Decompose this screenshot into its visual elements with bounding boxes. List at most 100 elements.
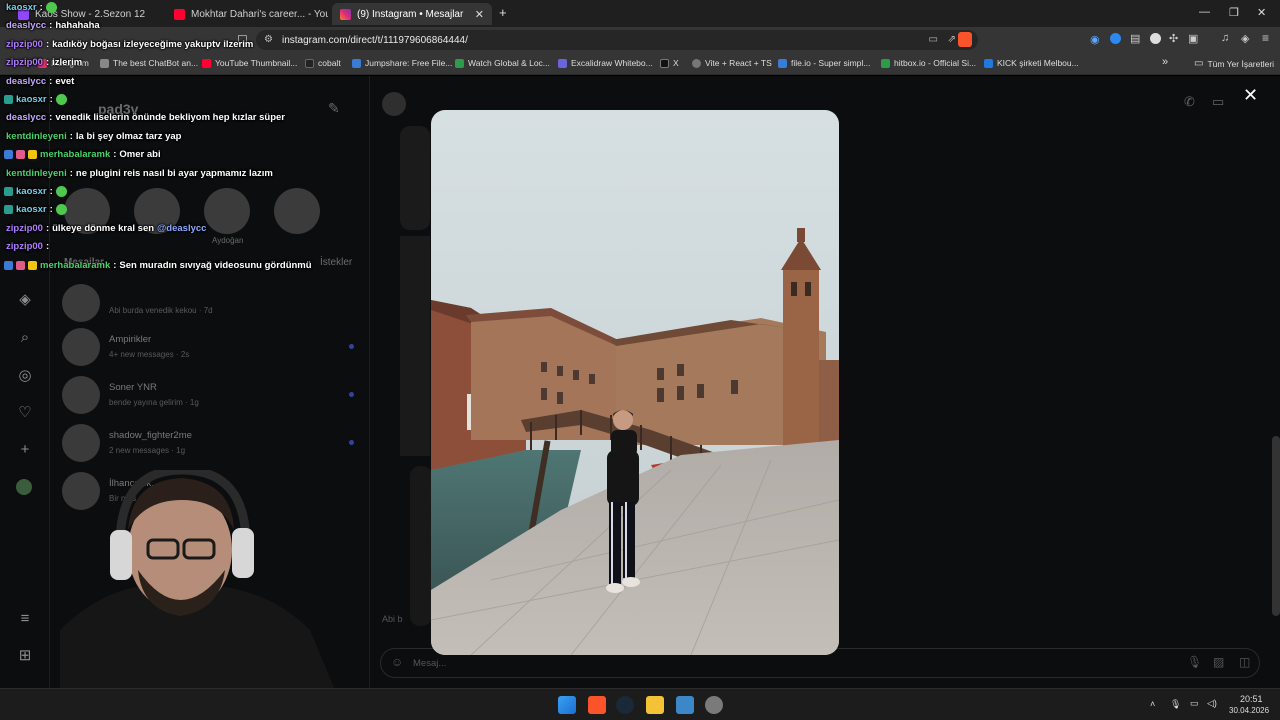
more-menu-icon[interactable]: ≡ (16, 610, 34, 628)
emoji-icon[interactable]: ☺ (391, 655, 403, 669)
new-tab-button[interactable]: + (499, 5, 507, 20)
minimize-icon[interactable]: — (1199, 6, 1210, 18)
explore-icon[interactable]: ◎ (16, 367, 34, 385)
music-icon[interactable]: ♫ (1221, 32, 1229, 44)
puzzle-icon[interactable]: ✣ (1169, 32, 1178, 45)
extension-icon[interactable] (1110, 33, 1121, 44)
chat-username[interactable]: kaosxr (16, 204, 47, 215)
close-window-icon[interactable]: ✕ (1257, 6, 1266, 19)
chat-message: zipzip00: ülkeye dönme kral sen @deaslycc (6, 223, 206, 234)
chat-badge-icon (28, 150, 37, 160)
extension-icon[interactable] (1150, 33, 1161, 44)
tray-overflow-icon[interactable]: ˄ (1150, 699, 1155, 709)
chat-mention[interactable]: @deaslycc (157, 223, 206, 234)
chat-username[interactable]: merhabalaramk (40, 149, 110, 160)
sidebar-icon[interactable]: ▣ (1188, 32, 1198, 45)
chat-message: merhabalaramk: Sen muradın sıvıyağ videos… (4, 260, 312, 271)
bookmark-item[interactable]: hitbox.io - Official Si... (881, 58, 976, 68)
chat-badge-icon (4, 205, 13, 215)
image-icon[interactable]: ▨ (1213, 655, 1224, 669)
browser-tab-active[interactable]: (9) Instagram • Mesajlar ✕ (332, 3, 492, 25)
clock-time[interactable]: 20:51 (1240, 694, 1263, 704)
speaker-icon[interactable]: ◉ (1090, 33, 1100, 46)
microphone-icon[interactable]: 🎙 (1187, 655, 1202, 669)
shared-media-thumb[interactable] (400, 126, 430, 230)
chat-username[interactable]: deaslycc (6, 20, 46, 31)
phone-icon[interactable]: ✆ (1184, 94, 1195, 110)
chat-emote-icon (55, 204, 67, 216)
extension-icon[interactable]: ▤ (1130, 32, 1140, 45)
bookmark-item[interactable]: file.io - Super simpl... (778, 58, 870, 68)
url-field[interactable]: ⚙ instagram.com/direct/t/111979606864444… (256, 30, 978, 50)
chat-text: ne plugini reis nasıl bi ayar yapmamız l… (75, 167, 273, 179)
chat-username[interactable]: kentdinleyeni (6, 168, 67, 179)
app-icon[interactable] (705, 696, 723, 714)
hitbox-icon (881, 58, 890, 68)
chat-badge-icon (16, 260, 25, 270)
menu-icon[interactable]: ≡ (1262, 31, 1269, 45)
chat-badge-icon (28, 260, 37, 270)
notification-icon[interactable]: ◈ (16, 291, 34, 309)
app-icon[interactable] (676, 696, 694, 714)
chat-username[interactable]: kaosxr (6, 2, 37, 13)
bookmark-item[interactable]: Vite + React + TS (692, 58, 772, 68)
profile-avatar[interactable] (16, 479, 32, 495)
close-tab-icon[interactable]: ✕ (475, 8, 484, 21)
chat-username[interactable]: deaslycc (6, 112, 46, 123)
chat-username[interactable]: kaosxr (16, 94, 47, 105)
bookmark-item[interactable]: Watch Global & Loc... (455, 58, 550, 68)
conversation-name: Soner YNR (109, 382, 157, 393)
share-icon[interactable]: ⇗ (948, 34, 956, 45)
restore-icon[interactable]: ❐ (1229, 6, 1239, 19)
network-icon[interactable]: ▭ (1190, 698, 1199, 709)
conversation-item[interactable]: Abi burda venedik kekou · 7d (62, 284, 362, 324)
bookmark-item[interactable]: KICK şirketi Melbou... (984, 58, 1079, 68)
chat-username[interactable]: zipzip00 (6, 57, 43, 68)
chat-username[interactable]: deaslycc (6, 76, 46, 87)
chat-username[interactable]: zipzip00 (6, 223, 43, 234)
composer-placeholder: Mesaj... (413, 658, 447, 669)
apps-icon[interactable]: ⊞ (16, 647, 34, 665)
conversation-item[interactable]: Ampirikler 4+ new messages · 2s (62, 328, 362, 368)
brave-browser-icon[interactable] (588, 696, 606, 714)
video-call-icon[interactable]: ▭ (1212, 94, 1224, 110)
bookmark-item[interactable]: Excalidraw Whitebo... (558, 58, 653, 68)
steam-icon[interactable] (616, 696, 634, 714)
conversation-item[interactable]: shadow_fighter2me 2 new messages · 1g (62, 424, 362, 464)
microphone-icon[interactable]: 🎙 (1170, 699, 1181, 710)
thread-avatar[interactable] (382, 92, 406, 116)
file-explorer-icon[interactable] (646, 696, 664, 714)
chat-username[interactable]: merhabalaramk (40, 260, 110, 271)
sticker-icon[interactable]: ◫ (1239, 655, 1250, 669)
chat-username[interactable]: zipzip00 (6, 39, 43, 50)
chat-username[interactable]: zipzip00 (6, 241, 43, 252)
close-modal-button[interactable]: ✕ (1243, 86, 1258, 104)
search-icon[interactable]: ⌕ (16, 329, 34, 347)
chat-emote-icon (45, 2, 57, 13)
shared-media-thumb[interactable] (400, 236, 430, 456)
chat-text: venedik liselerin önünde bekliyom hep kı… (55, 112, 285, 124)
create-icon[interactable]: + (16, 441, 34, 459)
stream-chat-overlay: kaosxr: deaslycc: hahahaha zipzip00: kadıköy… (0, 0, 330, 290)
scrollbar[interactable] (1272, 436, 1280, 616)
volume-icon[interactable]: ◁) (1207, 698, 1217, 709)
conversation-item[interactable]: Soner YNR bende yayına gelirim · 1g (62, 376, 362, 416)
chat-username[interactable]: kaosxr (16, 186, 47, 197)
more-bookmarks-button[interactable]: » (1162, 56, 1168, 68)
clock-date[interactable]: 30.04.2026 (1229, 706, 1269, 715)
chat-separator: : (45, 38, 50, 50)
windows-start-icon[interactable] (558, 696, 576, 714)
cast-icon[interactable]: ▭ (929, 34, 938, 45)
chat-separator: : (113, 259, 117, 271)
brave-shield-icon[interactable] (958, 32, 972, 47)
shared-media-thumb[interactable] (410, 466, 432, 626)
conversation-name: Ampirikler (109, 334, 152, 345)
heart-icon[interactable]: ♡ (16, 404, 34, 422)
wallet-icon[interactable]: ◈ (1241, 32, 1249, 45)
chat-username[interactable]: kentdinleyeni (6, 131, 67, 142)
bookmark-item[interactable]: Jumpshare: Free File... (352, 58, 452, 68)
unread-dot (349, 344, 354, 349)
windows-taskbar: ˄ 🎙 ▭ ◁) 20:51 30.04.2026 (0, 688, 1280, 720)
all-bookmarks-folder[interactable]: ▭ Tüm Yer İşaretleri (1194, 58, 1274, 69)
bookmark-item[interactable]: X (660, 58, 679, 68)
